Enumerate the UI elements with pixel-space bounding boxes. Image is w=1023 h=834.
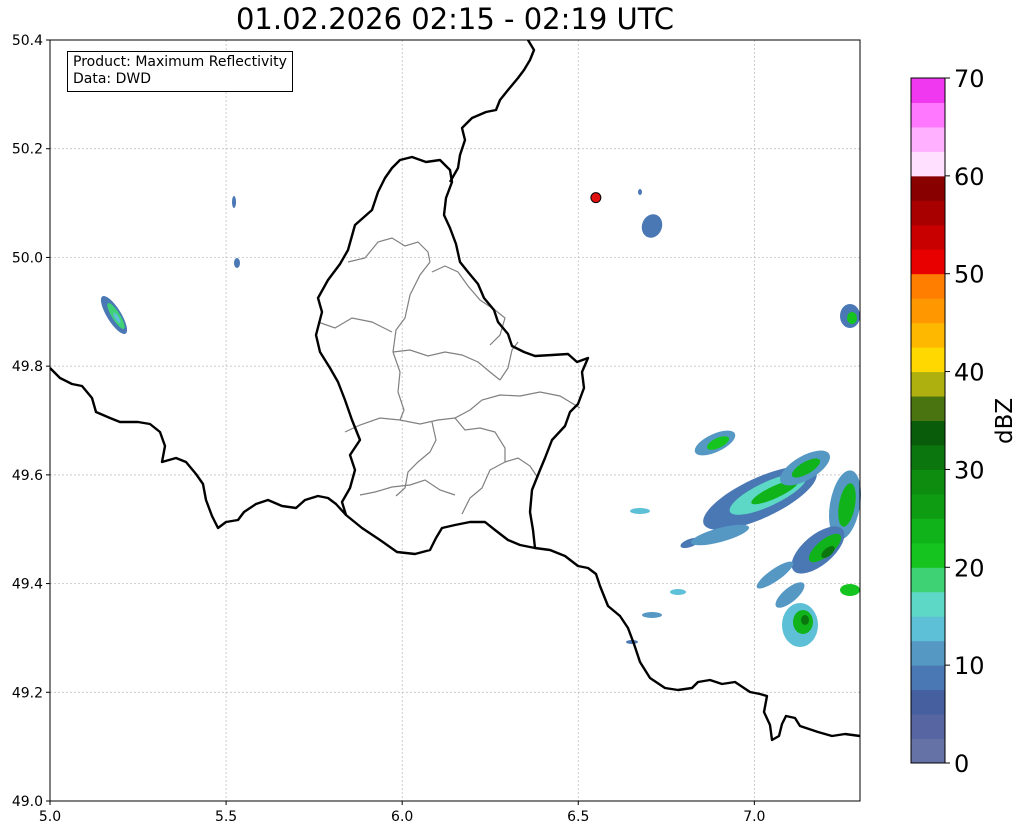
echo-cell xyxy=(630,508,650,514)
y-tick-label: 50.4 xyxy=(12,33,43,49)
radar-map: 5.0 5.5 6.0 6.5 7.0 49.0 49.2 49.4 49.6 49.8 50.0 5… xyxy=(12,33,985,825)
colorbar-swatch xyxy=(911,126,945,152)
colorbar-swatch xyxy=(911,493,945,519)
y-tick-label: 49.0 xyxy=(12,794,43,810)
colorbar-swatch xyxy=(911,591,945,617)
x-tick-label: 5.0 xyxy=(39,809,61,825)
colorbar-swatch xyxy=(911,102,945,128)
colorbar-swatch xyxy=(911,175,945,201)
colorbar-swatch xyxy=(911,469,945,495)
colorbar-swatch xyxy=(911,689,945,715)
colorbar-label: dBZ xyxy=(992,397,1018,444)
y-tick-label: 49.6 xyxy=(12,468,43,484)
colorbar-swatch xyxy=(911,273,945,299)
y-tick-label: 50.2 xyxy=(12,142,43,158)
echo-cell xyxy=(642,612,662,618)
colorbar-swatch xyxy=(911,542,945,568)
colorbar-swatch xyxy=(911,200,945,226)
echo-cell xyxy=(847,312,857,324)
echo-cell xyxy=(670,589,686,595)
y-tick-label: 50.0 xyxy=(12,250,43,266)
location-marker-dot xyxy=(590,192,602,204)
location-marker xyxy=(590,192,602,204)
colorbar-swatch xyxy=(911,249,945,275)
colorbar-swatch xyxy=(911,518,945,544)
colorbar-tick-label: 10 xyxy=(954,652,985,680)
country-borders xyxy=(49,39,861,742)
echo-cell xyxy=(840,584,860,596)
colorbar-swatch xyxy=(911,665,945,691)
colorbar-swatch xyxy=(911,738,945,764)
grid-lines xyxy=(49,39,860,802)
x-tick-label: 5.5 xyxy=(215,809,237,825)
echo-cell xyxy=(232,196,236,208)
colorbar-swatch xyxy=(911,616,945,642)
colorbar-swatch xyxy=(911,151,945,177)
map-axes: 5.0 5.5 6.0 6.5 7.0 49.0 49.2 49.4 49.6 49.8 50.0 5… xyxy=(12,33,861,825)
colorbar-swatch xyxy=(911,371,945,397)
colorbar-tick-label: 30 xyxy=(954,456,985,484)
colorbar-swatch xyxy=(911,396,945,421)
colorbar-swatch xyxy=(911,78,945,103)
product-label: Product: Maximum Reflectivity xyxy=(73,54,287,70)
colorbar-swatch xyxy=(911,298,945,324)
colorbar-swatch xyxy=(911,714,945,740)
plot-frame xyxy=(49,39,861,802)
x-tick-label: 7.0 xyxy=(743,809,765,825)
echo-cell xyxy=(234,258,240,268)
echo-cell xyxy=(641,214,663,238)
info-box: Product: Maximum Reflectivity Data: DWD xyxy=(67,51,293,92)
data-source-label: Data: DWD xyxy=(73,71,151,87)
colorbar-tick-label: 0 xyxy=(954,750,969,778)
colorbar-tick-label: 60 xyxy=(954,163,985,191)
colorbar-swatch xyxy=(911,444,945,470)
x-tick-label: 6.5 xyxy=(567,809,589,825)
colorbar-swatch xyxy=(911,224,945,250)
echo-cell xyxy=(801,615,809,625)
canton-boundaries xyxy=(317,237,581,515)
y-tick-label: 49.8 xyxy=(12,359,43,375)
colorbar-tick-label: 40 xyxy=(954,359,985,387)
colorbar-swatch xyxy=(911,420,945,446)
colorbar-swatch xyxy=(911,567,945,593)
colorbar-tick-label: 70 xyxy=(954,65,985,93)
y-tick-label: 49.4 xyxy=(12,577,43,593)
colorbar-swatch xyxy=(911,347,945,373)
y-tick-label: 49.2 xyxy=(12,685,43,701)
colorbar-swatch xyxy=(911,322,945,348)
x-tick-label: 6.0 xyxy=(391,809,413,825)
colorbar-swatch xyxy=(911,640,945,666)
colorbar: 0 10 20 30 40 50 60 70 xyxy=(910,65,985,778)
colorbar-tick-label: 20 xyxy=(954,554,985,582)
colorbar-tick-label: 50 xyxy=(954,261,985,289)
echo-cell xyxy=(638,189,642,195)
